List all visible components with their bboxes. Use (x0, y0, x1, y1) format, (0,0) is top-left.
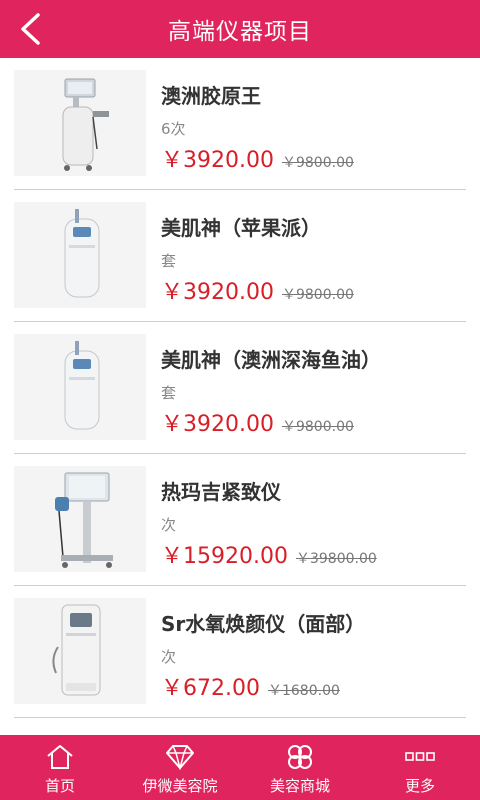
tab-salon[interactable]: 伊微美容院 (120, 735, 240, 800)
product-list: 澳洲胶原王 6次 ￥3920.00 ￥9800.00 美肌神（苹果派） 套 ￥3… (0, 58, 480, 735)
product-image (14, 466, 146, 572)
home-icon (45, 742, 75, 772)
bottom-tab-bar: 首页 伊微美容院 美容商城 更多 (0, 735, 480, 800)
product-image (14, 334, 146, 440)
original-price: ￥9800.00 (281, 287, 354, 303)
product-unit: 次 (161, 516, 177, 534)
list-item[interactable]: 热玛吉紧致仪 次 ￥15920.00 ￥39800.00 (14, 454, 466, 586)
tab-mall[interactable]: 美容商城 (240, 735, 360, 800)
original-price: ￥39800.00 (295, 551, 377, 567)
sale-price: ￥672.00 (161, 676, 260, 701)
list-item[interactable]: 美肌神（苹果派） 套 ￥3920.00 ￥9800.00 (14, 190, 466, 322)
header-bar: 高端仪器项目 (0, 0, 480, 58)
list-item[interactable]: Sr水氧焕颜仪（面部） 次 ￥672.00 ￥1680.00 (14, 586, 466, 718)
chevron-left-icon (21, 13, 40, 45)
sale-price: ￥3920.00 (161, 280, 274, 305)
price-row: ￥3920.00 ￥9800.00 (161, 142, 354, 174)
original-price: ￥1680.00 (267, 683, 340, 699)
product-image (14, 598, 146, 704)
price-row: ￥3920.00 ￥9800.00 (161, 274, 354, 306)
tab-home[interactable]: 首页 (0, 735, 120, 800)
product-unit: 次 (161, 648, 177, 666)
product-name: 澳洲胶原王 (161, 84, 261, 108)
price-row: ￥672.00 ￥1680.00 (161, 670, 340, 702)
list-item[interactable]: 美肌神（澳洲深海鱼油） 套 ￥3920.00 ￥9800.00 (14, 322, 466, 454)
price-row: ￥15920.00 ￥39800.00 (161, 538, 377, 570)
clover-icon (285, 742, 315, 772)
tab-more[interactable]: 更多 (360, 735, 480, 800)
tab-label: 首页 (44, 777, 75, 795)
tab-label: 美容商城 (269, 777, 330, 795)
list-item[interactable]: 澳洲胶原王 6次 ￥3920.00 ￥9800.00 (14, 58, 466, 190)
product-unit: 套 (161, 384, 177, 402)
product-name: 美肌神（苹果派） (161, 216, 321, 240)
more-icon (405, 742, 435, 772)
product-name: 热玛吉紧致仪 (161, 480, 281, 504)
tab-label: 更多 (404, 777, 435, 795)
product-name: Sr水氧焕颜仪（面部） (161, 612, 366, 636)
tab-label: 伊微美容院 (142, 777, 218, 795)
original-price: ￥9800.00 (281, 419, 354, 435)
page-title: 高端仪器项目 (168, 19, 312, 45)
diamond-icon (165, 742, 195, 772)
price-row: ￥3920.00 ￥9800.00 (161, 406, 354, 438)
sale-price: ￥3920.00 (161, 412, 274, 437)
product-image (14, 70, 146, 176)
back-button[interactable] (10, 9, 50, 49)
product-unit: 6次 (161, 120, 186, 138)
product-name: 美肌神（澳洲深海鱼油） (161, 348, 381, 372)
product-unit: 套 (161, 252, 177, 270)
product-image (14, 202, 146, 308)
sale-price: ￥15920.00 (161, 544, 288, 569)
sale-price: ￥3920.00 (161, 148, 274, 173)
original-price: ￥9800.00 (281, 155, 354, 171)
